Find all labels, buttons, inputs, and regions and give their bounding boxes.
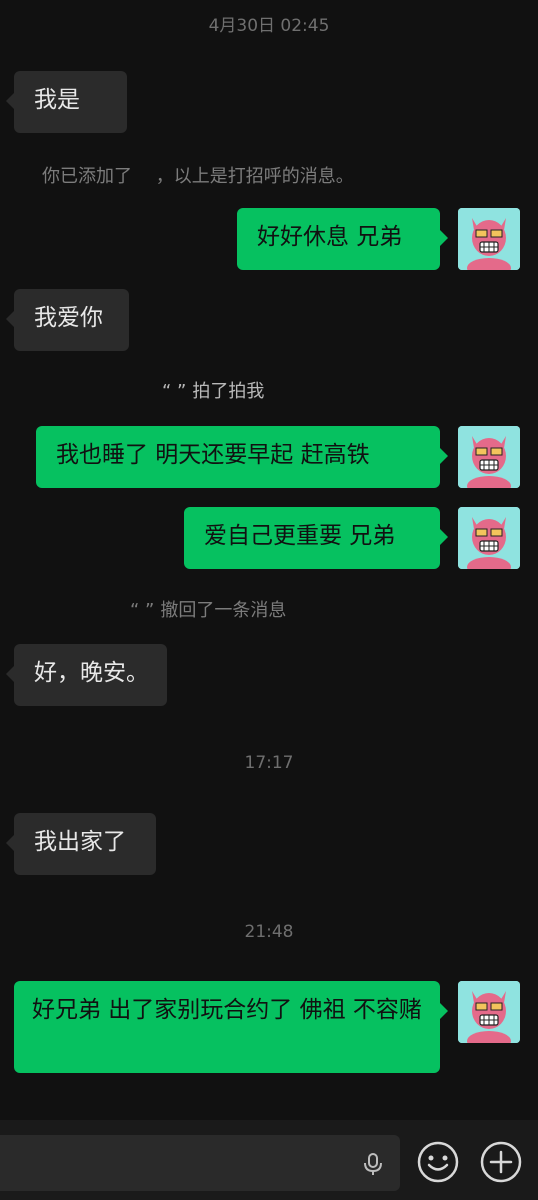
pat-quote: “ ”: [162, 381, 187, 402]
monkey-avatar-icon: [458, 208, 520, 270]
system-notice-pat: “ ” 拍了拍我: [162, 377, 264, 403]
incoming-message[interactable]: 我出家了: [6, 813, 156, 875]
pat-text: 拍了拍我: [192, 381, 265, 402]
avatar[interactable]: [458, 507, 520, 569]
outgoing-message[interactable]: 爱自己更重要 兄弟: [184, 507, 448, 569]
outgoing-message[interactable]: 我也睡了 明天还要早起 赶高铁: [36, 426, 448, 488]
emoji-icon[interactable]: [416, 1140, 460, 1184]
outgoing-message[interactable]: 好好休息 兄弟: [237, 208, 448, 270]
incoming-message[interactable]: 我是: [6, 71, 127, 133]
recall-text: 撤回了一条消息: [160, 600, 287, 621]
monkey-avatar-icon: [458, 981, 520, 1043]
message-input[interactable]: [0, 1135, 400, 1191]
monkey-avatar-icon: [458, 507, 520, 569]
timestamp: 21:48: [244, 922, 294, 942]
input-bar: [0, 1120, 538, 1200]
recall-quote: “ ”: [130, 600, 155, 621]
incoming-message[interactable]: 好，晚安。: [6, 644, 167, 706]
monkey-avatar-icon: [458, 426, 520, 488]
outgoing-message[interactable]: 好兄弟 出了家别玩合约了 佛祖 不容赌: [14, 981, 448, 1073]
system-notice-added: 你已添加了 ，以上是打招呼的消息。: [42, 166, 354, 187]
system-notice-recall: “ ” 撤回了一条消息: [130, 596, 286, 622]
avatar[interactable]: [458, 426, 520, 488]
timestamp: 17:17: [244, 753, 294, 773]
timestamp: 4月30日 02:45: [208, 16, 330, 36]
plus-icon[interactable]: [479, 1140, 523, 1184]
avatar[interactable]: [458, 208, 520, 270]
microphone-icon[interactable]: [360, 1151, 386, 1177]
avatar[interactable]: [458, 981, 520, 1043]
incoming-message[interactable]: 我爱你: [6, 289, 129, 351]
